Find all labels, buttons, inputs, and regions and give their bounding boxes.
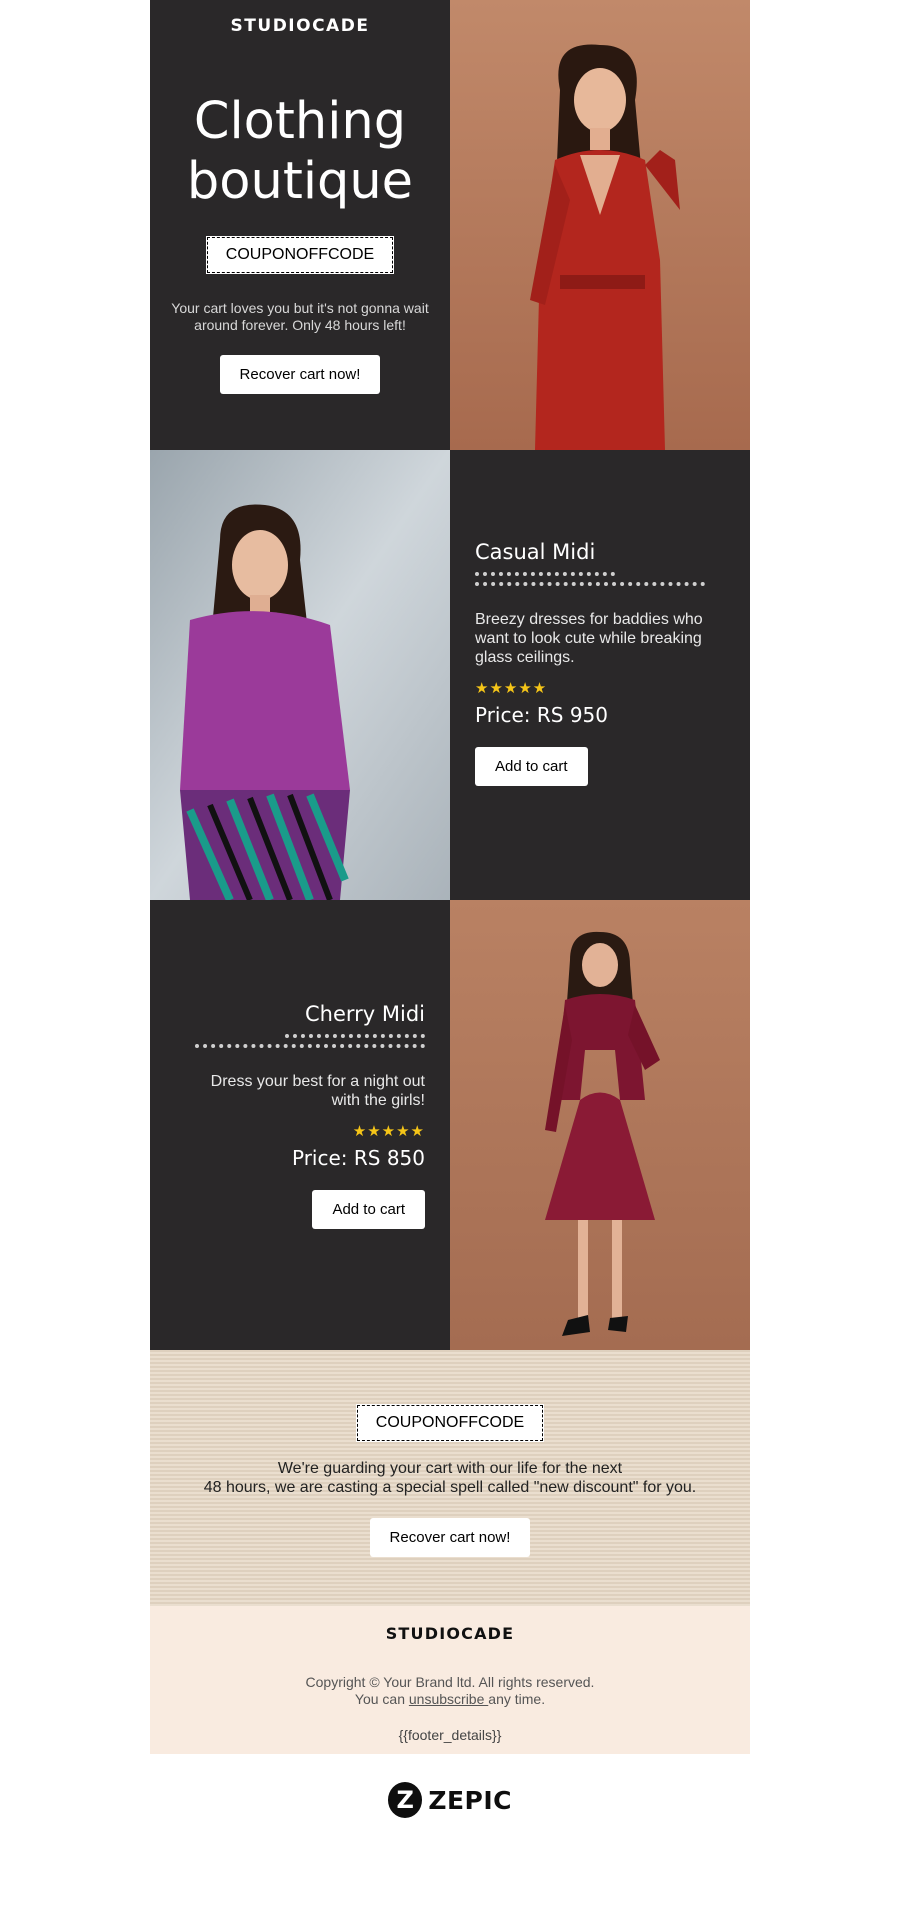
coupon-message-line1: We're guarding your cart with our life f… bbox=[277, 1460, 623, 1477]
model-red-dress-image bbox=[450, 0, 750, 450]
product-image-cherry[interactable] bbox=[450, 900, 750, 1350]
hero-panel: STUDIOCADE Clothing boutique COUPONOFFCO… bbox=[150, 0, 450, 450]
zepic-badge-icon: Z bbox=[388, 1782, 423, 1818]
product-description: Dress your best for a night out with the… bbox=[210, 1073, 425, 1109]
add-to-cart-button[interactable]: Add to cart bbox=[475, 747, 588, 786]
zepic-logo[interactable]: Z ZEPIC bbox=[388, 1780, 512, 1820]
product-image-casual[interactable] bbox=[150, 450, 450, 900]
footer: STUDIOCADE Copyright © Your Brand ltd. A… bbox=[150, 1606, 750, 1754]
hero-title: Clothing boutique bbox=[150, 92, 450, 212]
footer-brand-logo[interactable]: STUDIOCADE bbox=[150, 1624, 750, 1643]
hero-button-wrap: Recover cart now! bbox=[150, 355, 450, 394]
hero-row: STUDIOCADE Clothing boutique COUPONOFFCO… bbox=[150, 0, 750, 450]
product-row-casual: Casual Midi Breezy dresses for baddies w… bbox=[150, 450, 750, 900]
product-description: Breezy dresses for baddies who want to l… bbox=[475, 611, 703, 666]
coupon-wrap: COUPONOFFCODE bbox=[150, 1404, 750, 1442]
add-to-cart-wrap: Add to cart bbox=[475, 747, 705, 786]
title-divider-long bbox=[195, 1044, 425, 1048]
title-divider-long bbox=[475, 582, 705, 586]
product-title: Cherry Midi bbox=[304, 1002, 425, 1026]
unsubscribe-prefix: You can bbox=[354, 1691, 409, 1707]
brand-logo[interactable]: STUDIOCADE bbox=[150, 16, 450, 36]
add-to-cart-wrap: Add to cart bbox=[185, 1190, 425, 1229]
hero-coupon-wrap: COUPONOFFCODE bbox=[150, 236, 450, 274]
footer-details: {{footer_details}} bbox=[398, 1727, 502, 1743]
unsubscribe-suffix: any time. bbox=[488, 1691, 546, 1707]
product-info-cherry: Cherry Midi Dress your best for a night … bbox=[150, 900, 450, 1350]
star-rating: ★★★★★ bbox=[352, 1123, 425, 1140]
star-rating: ★★★★★ bbox=[475, 680, 548, 697]
model-purple-sweater-image bbox=[150, 450, 450, 900]
product-info-casual: Casual Midi Breezy dresses for baddies w… bbox=[450, 450, 750, 900]
recover-cart-button[interactable]: Recover cart now! bbox=[219, 355, 381, 394]
coupon-code[interactable]: COUPONOFFCODE bbox=[205, 236, 395, 274]
title-divider bbox=[475, 572, 615, 576]
copyright-text: Copyright © Your Brand ltd. All rights r… bbox=[305, 1674, 595, 1690]
hero-image[interactable] bbox=[450, 0, 750, 450]
product-details-cherry: Cherry Midi Dress your best for a night … bbox=[185, 1002, 425, 1229]
title-divider bbox=[285, 1034, 425, 1038]
coupon-message: We're guarding your cart with our life f… bbox=[190, 1459, 710, 1497]
coupon-message-line2: 48 hours, we are casting a special spell… bbox=[203, 1479, 697, 1496]
footer-copyright: Copyright © Your Brand ltd. All rights r… bbox=[150, 1674, 750, 1708]
product-details-casual: Casual Midi Breezy dresses for baddies w… bbox=[475, 540, 705, 786]
hero-title-line2: boutique bbox=[186, 152, 414, 211]
model-burgundy-dress-image bbox=[450, 900, 750, 1350]
add-to-cart-button[interactable]: Add to cart bbox=[312, 1190, 425, 1229]
product-row-cherry: Cherry Midi Dress your best for a night … bbox=[150, 900, 750, 1350]
email-container: STUDIOCADE Clothing boutique COUPONOFFCO… bbox=[150, 0, 750, 1754]
coupon-code[interactable]: COUPONOFFCODE bbox=[355, 1404, 545, 1442]
hero-title-line1: Clothing bbox=[193, 92, 407, 151]
coupon-button-wrap: Recover cart now! bbox=[150, 1518, 750, 1557]
zepic-wordmark: ZEPIC bbox=[428, 1785, 512, 1815]
recover-cart-button[interactable]: Recover cart now! bbox=[369, 1518, 531, 1557]
product-price: Price: RS 950 bbox=[475, 703, 609, 727]
coupon-section: COUPONOFFCODE We're guarding your cart w… bbox=[150, 1350, 750, 1606]
product-price: Price: RS 850 bbox=[291, 1146, 425, 1170]
product-title: Casual Midi bbox=[475, 540, 596, 564]
unsubscribe-link[interactable]: unsubscribe bbox=[409, 1691, 488, 1707]
hero-text: Your cart loves you but it's not gonna w… bbox=[171, 300, 429, 333]
